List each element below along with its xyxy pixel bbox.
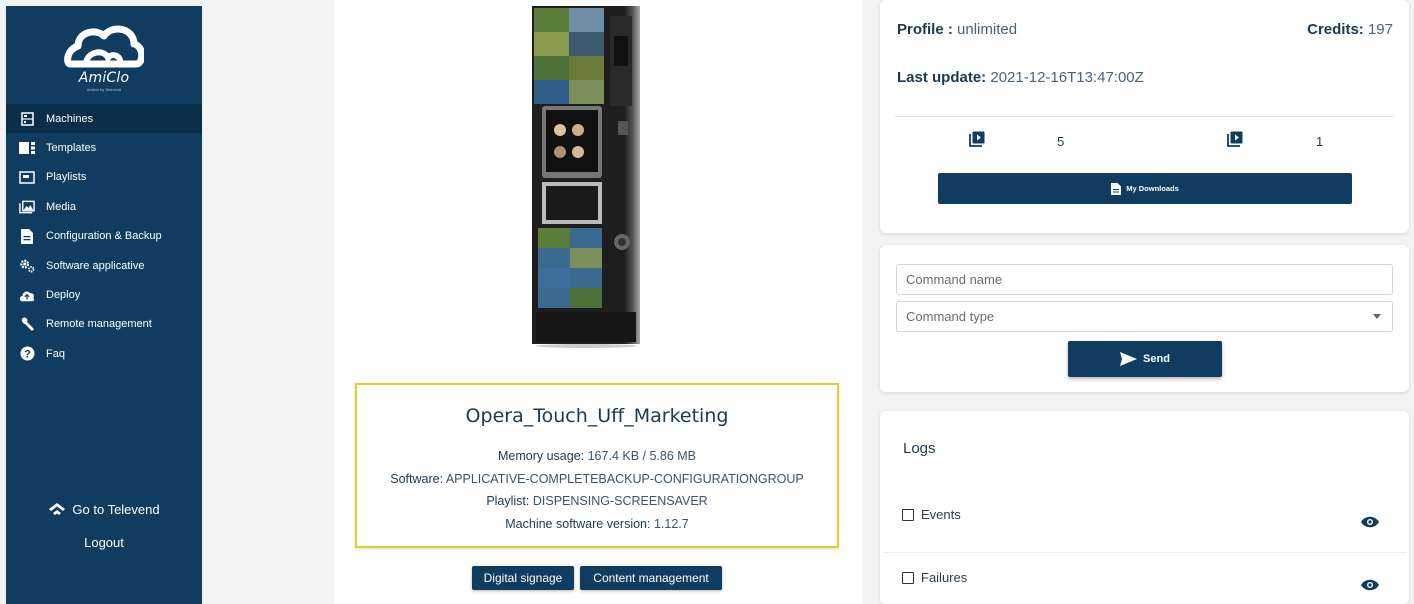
go-to-televend-link[interactable]: Go to Televend bbox=[6, 502, 202, 517]
logout-link[interactable]: Logout bbox=[6, 535, 202, 550]
failures-checkbox[interactable] bbox=[902, 571, 914, 584]
version-row: Machine software version: 1.12.7 bbox=[357, 513, 837, 536]
sidebar: AmiClo Amiclo by Televend Machines Templ… bbox=[6, 6, 202, 604]
command-name-input[interactable]: Command name bbox=[896, 264, 1393, 295]
sidebar-item-remote[interactable]: Remote management bbox=[6, 310, 202, 339]
wifi-hand-icon bbox=[49, 503, 66, 515]
chevron-down-icon bbox=[1373, 314, 1381, 319]
events-checkbox[interactable] bbox=[902, 508, 914, 521]
credits-value: 197 bbox=[1367, 21, 1393, 38]
eye-icon[interactable] bbox=[1361, 579, 1379, 591]
send-button[interactable]: Send bbox=[1068, 341, 1222, 377]
machine-icon bbox=[19, 111, 35, 127]
go-to-televend-label: Go to Televend bbox=[72, 502, 160, 517]
sidebar-item-deploy[interactable]: Deploy bbox=[6, 280, 202, 309]
sidebar-item-label: Playlists bbox=[46, 171, 87, 184]
svg-text:?: ? bbox=[24, 349, 31, 361]
version-label: Machine software version: bbox=[505, 516, 651, 531]
log-row-events[interactable]: Events bbox=[902, 507, 961, 522]
sidebar-item-label: Configuration & Backup bbox=[46, 230, 162, 243]
profile-value: unlimited bbox=[957, 21, 1018, 38]
template-icon bbox=[19, 140, 35, 156]
media-icon bbox=[19, 199, 35, 215]
memory-usage-label: Memory usage: bbox=[497, 449, 585, 463]
send-label: Send bbox=[1143, 353, 1170, 365]
log-row-failures[interactable]: Failures bbox=[902, 570, 967, 585]
content-management-button[interactable]: Content management bbox=[580, 566, 722, 590]
sidebar-item-label: Remote management bbox=[46, 318, 152, 331]
machine-name: Opera_Touch_Uff_Marketing bbox=[465, 405, 729, 427]
software-label: Software: bbox=[390, 471, 444, 486]
logo-subtitle: Amiclo by Televend bbox=[86, 87, 122, 92]
playlist-label: Playlist: bbox=[486, 494, 530, 508]
send-icon bbox=[1120, 352, 1138, 366]
machine-info-box: Opera_Touch_Uff_Marketing Memory usage: … bbox=[355, 383, 839, 548]
video-library-icon bbox=[969, 131, 985, 147]
logs-title: Logs bbox=[903, 440, 936, 457]
file-icon bbox=[19, 228, 35, 244]
version-value: 1.12.7 bbox=[653, 516, 689, 531]
sidebar-item-label: Faq bbox=[46, 347, 65, 360]
profile-card: Profile : unlimited Credits: 197 Last up… bbox=[880, 0, 1409, 233]
last-update-row: Last update: 2021-12-16T13:47:00Z bbox=[897, 69, 1144, 86]
software-row: Software: APPLICATIVE-COMPLETEBACKUP-CON… bbox=[357, 468, 837, 491]
logs-card: Logs Events Failures bbox=[880, 411, 1409, 604]
software-value: APPLICATIVE-COMPLETEBACKUP-CONFIGURATION… bbox=[445, 471, 804, 486]
sidebar-nav: Machines Templates Playlists Media Confi… bbox=[6, 104, 202, 369]
profile-row: Profile : unlimited bbox=[897, 21, 1017, 38]
row-divider bbox=[883, 552, 1406, 553]
command-type-select[interactable]: Command type bbox=[896, 301, 1393, 332]
digital-signage-button[interactable]: Digital signage bbox=[472, 566, 574, 590]
sidebar-item-templates[interactable]: Templates bbox=[6, 133, 202, 162]
sidebar-item-label: Machines bbox=[46, 112, 94, 125]
gears-icon bbox=[19, 258, 35, 274]
command-card: Command name Command type Send bbox=[880, 245, 1409, 392]
logo[interactable]: AmiClo Amiclo by Televend bbox=[6, 22, 202, 92]
memory-usage-row: Memory usage: 167.4 KB / 5.86 MB bbox=[357, 445, 837, 468]
sidebar-item-configuration[interactable]: Configuration & Backup bbox=[6, 222, 202, 251]
wrench-icon bbox=[19, 316, 35, 332]
cloud-logo-icon bbox=[64, 25, 144, 68]
sidebar-item-software[interactable]: Software applicative bbox=[6, 251, 202, 280]
media-count-right: 1 bbox=[1316, 134, 1324, 149]
sidebar-item-label: Media bbox=[46, 200, 76, 213]
logo-text: AmiClo bbox=[78, 70, 130, 86]
sidebar-item-playlists[interactable]: Playlists bbox=[6, 163, 202, 192]
eye-icon[interactable] bbox=[1361, 516, 1379, 528]
sidebar-item-faq[interactable]: ? Faq bbox=[6, 339, 202, 368]
machine-details: Memory usage: 167.4 KB / 5.86 MB Softwar… bbox=[357, 445, 837, 535]
sidebar-item-label: Deploy bbox=[46, 289, 81, 302]
credits-label: Credits: bbox=[1307, 21, 1364, 38]
command-name-placeholder: Command name bbox=[906, 272, 1003, 287]
help-icon: ? bbox=[19, 346, 35, 362]
vending-machine-image bbox=[532, 6, 640, 348]
playlist-value: DISPENSING-SCREENSAVER bbox=[532, 494, 708, 508]
sidebar-item-label: Software applicative bbox=[46, 259, 145, 272]
sidebar-item-label: Templates bbox=[46, 142, 97, 155]
divider bbox=[895, 116, 1394, 117]
command-type-placeholder: Command type bbox=[906, 309, 995, 324]
file-icon bbox=[1111, 182, 1122, 195]
profile-label: Profile : bbox=[897, 21, 953, 38]
my-downloads-label: My Downloads bbox=[1126, 184, 1179, 193]
playlist-row: Playlist: DISPENSING-SCREENSAVER bbox=[357, 490, 837, 513]
my-downloads-button[interactable]: My Downloads bbox=[938, 173, 1352, 204]
sidebar-item-media[interactable]: Media bbox=[6, 192, 202, 221]
last-update-label: Last update: bbox=[897, 69, 987, 86]
sidebar-item-machines[interactable]: Machines bbox=[6, 104, 202, 134]
media-count-left: 5 bbox=[1057, 134, 1065, 149]
playlist-icon bbox=[19, 169, 35, 185]
last-update-value: 2021-12-16T13:47:00Z bbox=[990, 69, 1144, 86]
events-label: Events bbox=[921, 507, 961, 522]
credits-row: Credits: 197 bbox=[1307, 21, 1393, 38]
memory-usage-value: 167.4 KB / 5.86 MB bbox=[587, 449, 697, 463]
cloud-upload-icon bbox=[19, 287, 35, 303]
failures-label: Failures bbox=[921, 570, 968, 585]
video-library-icon bbox=[1227, 131, 1243, 147]
